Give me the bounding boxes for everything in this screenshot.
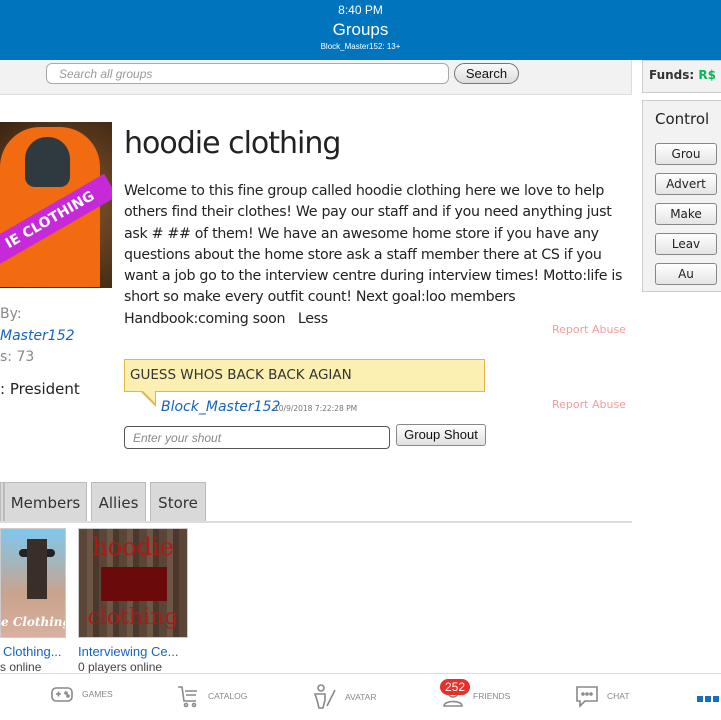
my-rank: : President	[0, 380, 80, 398]
chat-icon	[576, 686, 598, 708]
nav-label: CHAT	[607, 691, 630, 701]
cart-icon	[178, 686, 197, 708]
more-icon[interactable]	[697, 696, 719, 702]
nav-avatar[interactable]: AVATAR	[313, 684, 377, 710]
game-thumbnail[interactable]: e Clothing	[0, 528, 66, 638]
avatar-icon	[313, 684, 336, 709]
report-abuse-link[interactable]: Report Abuse	[552, 323, 626, 336]
nav-chat[interactable]: CHAT	[575, 684, 630, 708]
friends-badge: 252	[440, 679, 471, 695]
owner-label: By:	[0, 306, 22, 322]
group-emblem: IE CLOTHING	[0, 122, 112, 288]
nav-catalog[interactable]: CATALOG	[176, 684, 247, 708]
control-button-leave[interactable]: Leav	[655, 233, 717, 255]
control-button-advertise[interactable]: Advert	[655, 173, 717, 195]
shout-input[interactable]: Enter your shout	[124, 426, 390, 449]
gamepad-icon	[51, 687, 73, 702]
description-text: Welcome to this fine group called hoodie…	[124, 183, 623, 327]
nav-label: GAMES	[82, 689, 113, 699]
controls-title: Control	[655, 110, 710, 128]
group-shout: GUESS WHOS BACK BACK AGIAN	[124, 359, 485, 392]
nav-label: FRIENDS	[473, 691, 511, 701]
member-count: s: 73	[0, 349, 35, 365]
shout-report-abuse-link[interactable]: Report Abuse	[552, 398, 626, 411]
game-thumbnail[interactable]: hoodie clothing	[78, 528, 188, 638]
tab-allies[interactable]: Allies	[91, 482, 146, 522]
top-header: 8:40 PM Groups Block_Master152: 13+	[0, 0, 721, 60]
group-shout-button[interactable]: Group Shout	[396, 424, 486, 446]
control-button-audit[interactable]: Au	[655, 263, 717, 285]
game-name-link[interactable]: Clothing...	[3, 644, 62, 659]
game-players: 0 players online	[78, 660, 163, 674]
nav-label: CATALOG	[208, 691, 248, 701]
shout-poster-link[interactable]: Block_Master152	[161, 399, 280, 415]
game-name-link[interactable]: Interviewing Ce...	[78, 644, 178, 659]
tab-members[interactable]: Members	[4, 482, 87, 522]
game-players: s online	[0, 660, 42, 674]
group-name: hoodie clothing	[124, 126, 341, 161]
tab-store[interactable]: Store	[150, 482, 206, 522]
bottom-nav: GAMES CATALOG AVATAR FRIENDS CHAT	[0, 673, 721, 720]
thumbnail-text: hoodie	[92, 533, 174, 561]
controls-panel: Control Grou Advert Make Leav Au	[642, 100, 721, 292]
control-button-group-admin[interactable]: Grou	[655, 143, 717, 165]
search-input[interactable]: Search all groups	[46, 63, 449, 84]
robux-icon: R$	[698, 68, 716, 82]
tab-divider	[0, 521, 632, 523]
shout-tail-fill	[143, 391, 155, 403]
nav-games[interactable]: GAMES	[50, 684, 113, 704]
shout-date: 10/9/2018 7:22:28 PM	[274, 404, 358, 413]
search-bar: Search all groups Search	[0, 60, 632, 95]
page-title: Groups	[332, 20, 389, 39]
less-link[interactable]: Less	[298, 311, 328, 327]
status-time: 8:40 PM	[338, 3, 383, 17]
thumbnail-text: clothing	[87, 605, 179, 630]
funds-panel: Funds: R$	[642, 60, 721, 93]
nav-label: AVATAR	[345, 692, 377, 702]
group-description: Welcome to this fine group called hoodie…	[124, 181, 629, 330]
user-subtitle: Block_Master152: 13+	[320, 42, 401, 51]
control-button-make-primary[interactable]: Make	[655, 203, 717, 225]
thumbnail-text: e Clothing	[1, 615, 66, 629]
search-button[interactable]: Search	[454, 63, 519, 84]
owner-link[interactable]: Master152	[0, 328, 75, 344]
funds-label: Funds:	[649, 68, 695, 82]
